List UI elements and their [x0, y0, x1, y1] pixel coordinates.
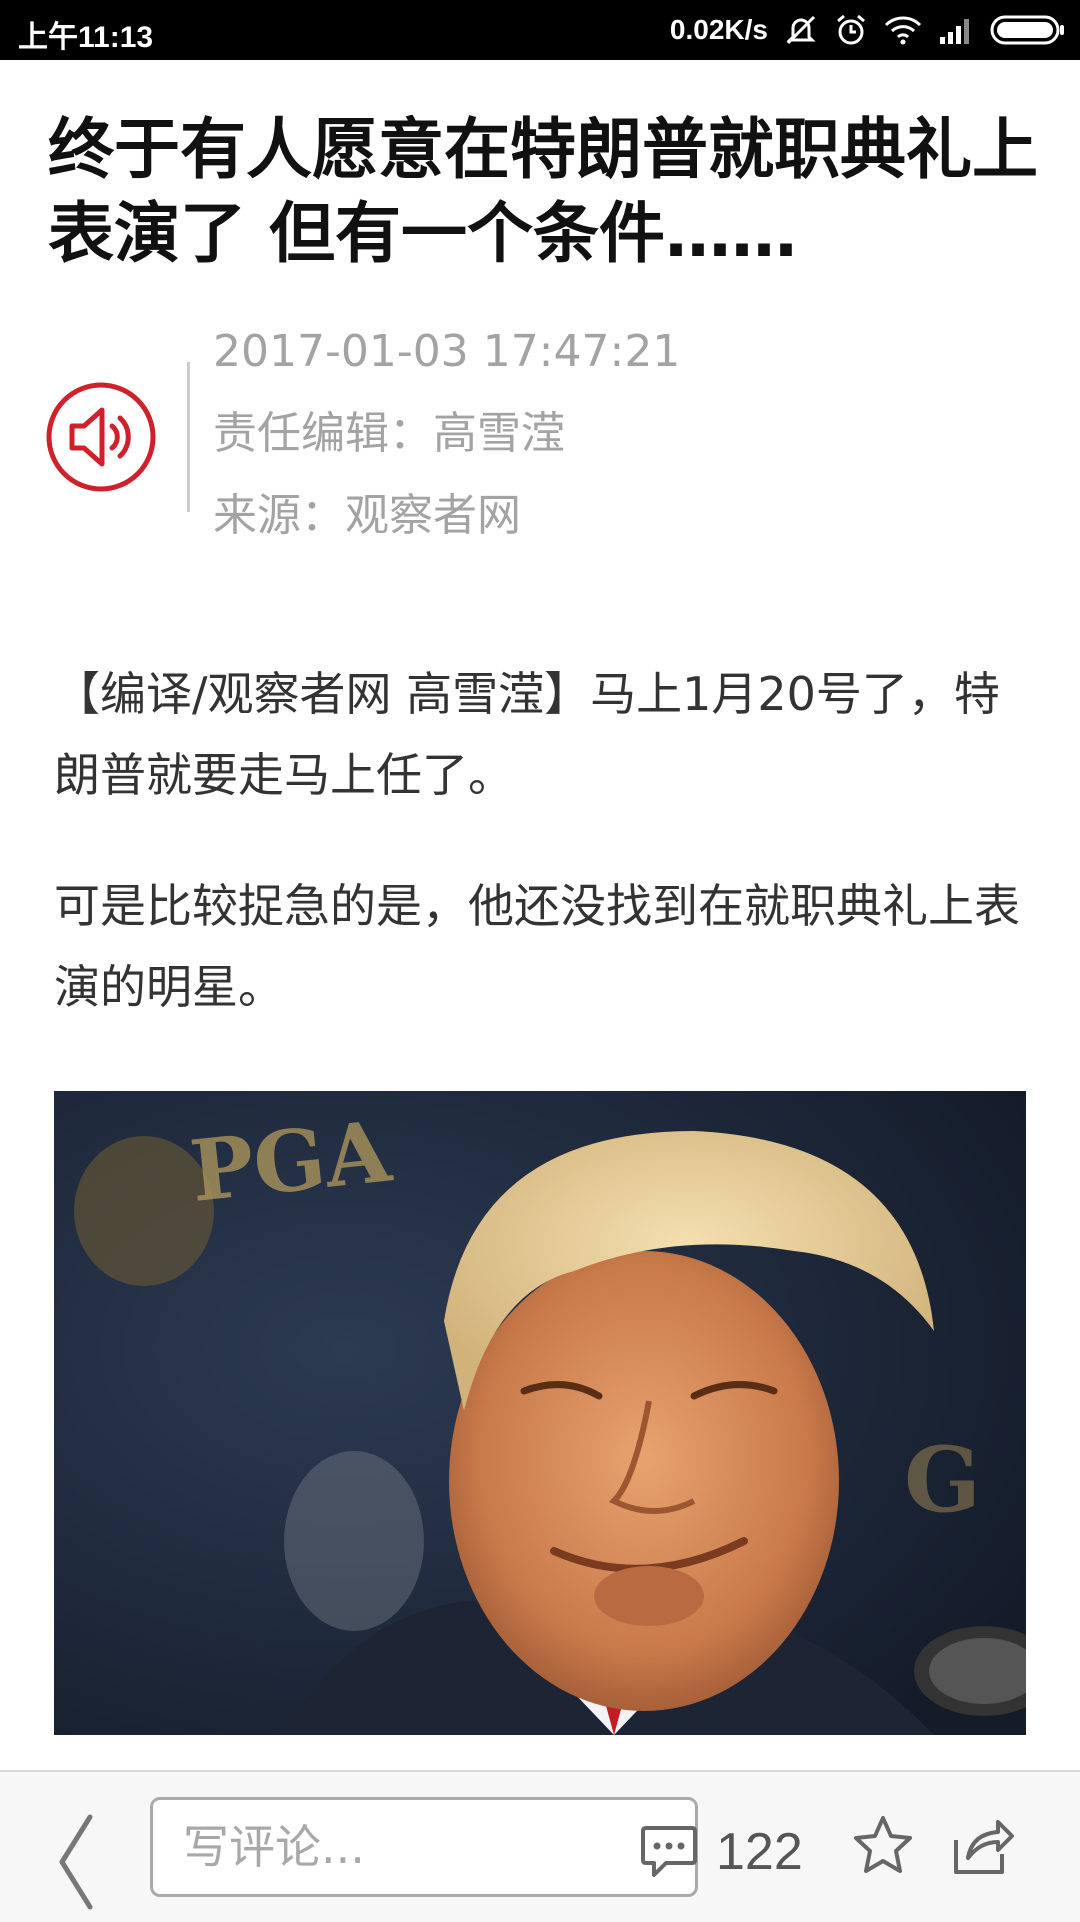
- chevron-left-icon: [59, 1814, 93, 1910]
- comment-bubble-icon: [641, 1826, 697, 1877]
- svg-text:G: G: [904, 1427, 981, 1533]
- comments-button[interactable]: 122: [640, 1812, 803, 1892]
- article-paragraph-1: 【编译/观察者网 高雪滢】马上1月20号了，特朗普就要走马上任了。: [54, 667, 1000, 802]
- wifi-icon: [884, 15, 922, 45]
- battery-icon: [990, 14, 1066, 46]
- meta-divider: [187, 362, 190, 512]
- signal-icon: [938, 15, 974, 45]
- editor-line: 责任编辑：高雪滢: [213, 408, 565, 459]
- comment-input[interactable]: 写评论...: [150, 1797, 698, 1897]
- article-meta: 2017-01-03 17:47:21 责任编辑：高雪滢 来源：观察者网: [213, 322, 680, 568]
- share-button[interactable]: [952, 1814, 1016, 1876]
- status-bar: 上午11:13 0.02K/s: [0, 0, 1080, 60]
- article-title: 终于有人愿意在特朗普就职典礼上表演了 但有一个条件……: [48, 111, 1038, 272]
- status-time: 上午11:13: [18, 21, 154, 54]
- article-image[interactable]: PGA G: [54, 1091, 1026, 1735]
- alarm-icon: [834, 13, 868, 47]
- source-line: 来源：观察者网: [213, 490, 521, 541]
- share-icon: [954, 1820, 1014, 1874]
- article-paragraph-2: 可是比较捉急的是，他还没找到在就职典礼上表演的明星。: [54, 879, 1020, 1014]
- comment-count: 122: [716, 1823, 803, 1881]
- favorite-button[interactable]: [852, 1814, 914, 1876]
- pga-backdrop-text: PGA: [186, 1101, 397, 1221]
- mute-icon: [784, 13, 818, 47]
- audio-play-button[interactable]: [44, 380, 158, 494]
- star-icon: [854, 1816, 912, 1873]
- trump-photo: PGA G: [54, 1091, 1026, 1735]
- net-speed: 0.02K/s: [669, 14, 768, 45]
- speaker-icon: [46, 382, 156, 492]
- back-button[interactable]: [52, 1812, 102, 1912]
- status-icons: 0.02K/s: [670, 10, 1066, 50]
- bottom-action-bar: 写评论... 122: [0, 1770, 1080, 1922]
- publish-date: 2017-01-03 17:47:21: [213, 326, 681, 377]
